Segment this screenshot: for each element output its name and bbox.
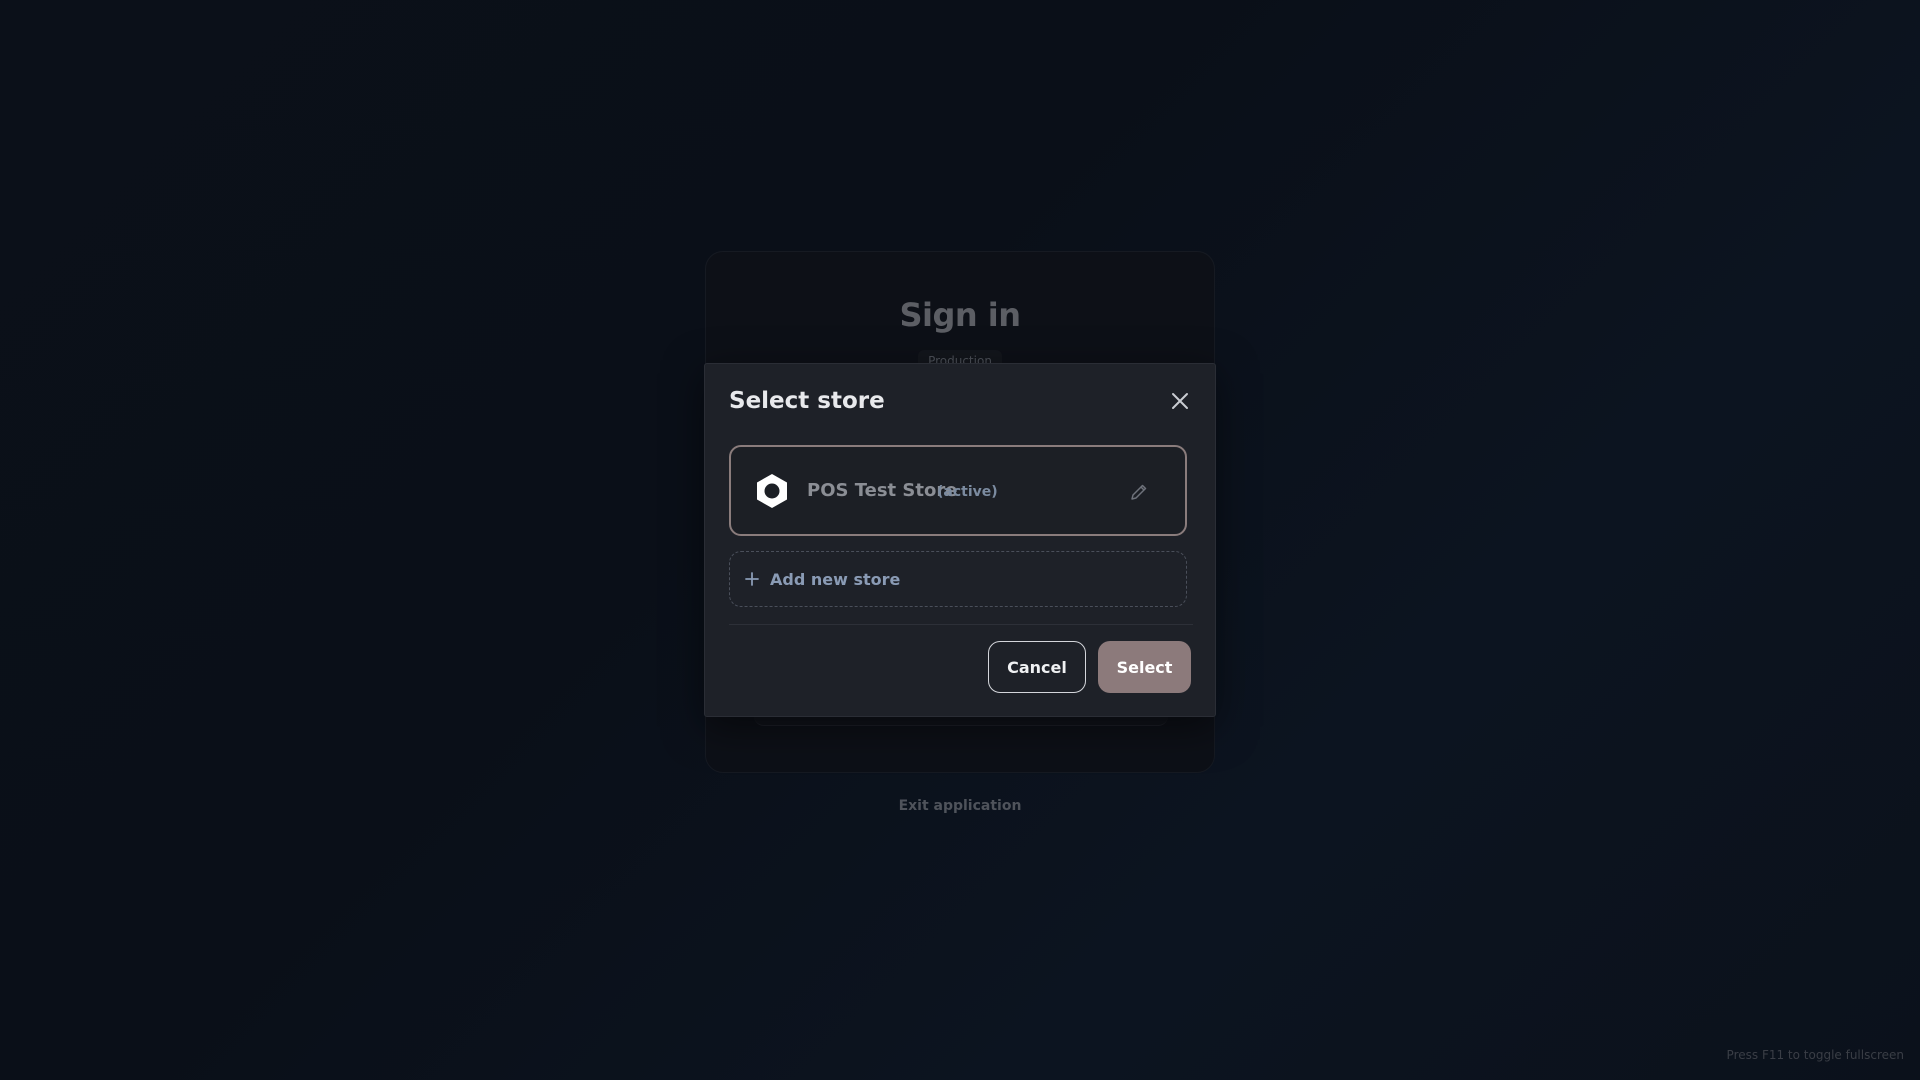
- cancel-button[interactable]: Cancel: [988, 641, 1086, 693]
- plus-icon: [745, 572, 759, 586]
- pencil-icon: [1131, 484, 1147, 500]
- add-new-store-label: Add new store: [770, 570, 901, 589]
- store-item-pos-test-store[interactable]: POS Test Store (active): [729, 445, 1187, 536]
- select-store-modal: Select store POS Test Store (active) Add…: [704, 363, 1216, 717]
- add-new-store-button[interactable]: Add new store: [729, 551, 1187, 607]
- modal-divider: [729, 624, 1193, 625]
- fullscreen-hint: Press F11 to toggle fullscreen: [1726, 1048, 1904, 1062]
- select-button[interactable]: Select: [1098, 641, 1191, 693]
- store-status-badge: (active): [937, 484, 998, 500]
- store-name: POS Test Store: [807, 480, 958, 501]
- close-icon: [1172, 393, 1188, 409]
- signin-title: Sign in: [899, 296, 1021, 334]
- exit-application-link[interactable]: Exit application: [0, 798, 1920, 814]
- close-button[interactable]: [1167, 388, 1193, 414]
- modal-title: Select store: [729, 388, 885, 414]
- edit-store-button[interactable]: [1128, 481, 1150, 503]
- hexagon-logo-icon: [757, 474, 787, 508]
